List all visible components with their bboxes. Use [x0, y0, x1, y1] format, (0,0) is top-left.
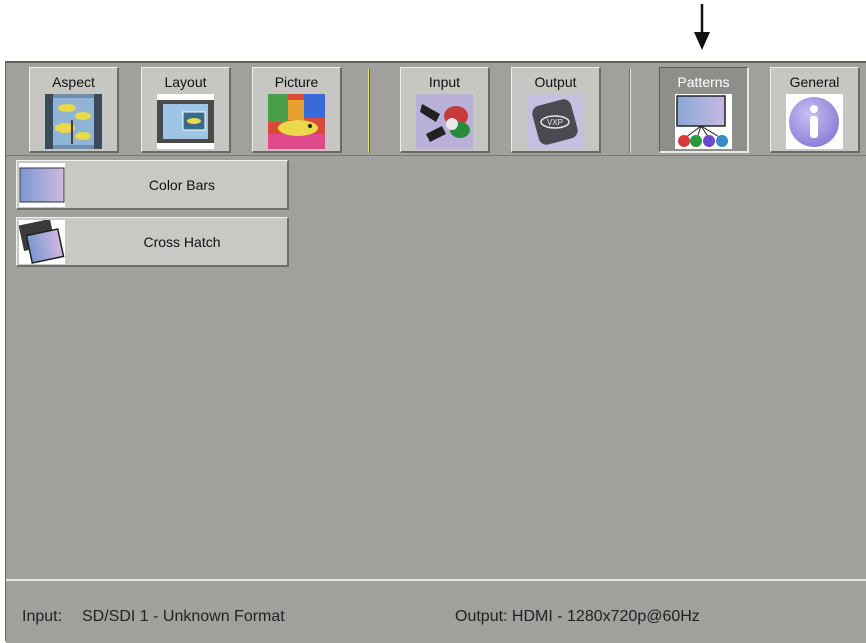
status-output: Output: HDMI - 1280x720p@60Hz [455, 608, 700, 625]
status-input-label: Input: [22, 608, 63, 625]
tab-layout-label: Layout [164, 74, 207, 90]
tab-patterns-label: Patterns [677, 74, 730, 90]
pattern-color-bars-button[interactable]: Color Bars [16, 160, 289, 210]
tab-picture[interactable]: Picture [252, 67, 342, 153]
layout-window-icon [157, 94, 214, 149]
aspect-fish-icon [45, 94, 102, 149]
input-cable-icon [416, 94, 473, 149]
app-window: Aspect Layout Picture Input Output VXP P… [5, 61, 866, 643]
tab-input[interactable]: Input [400, 67, 490, 153]
patterns-icon [675, 94, 732, 149]
pattern-cross-hatch-label: Cross Hatch [143, 234, 221, 250]
tab-output-label: Output [534, 74, 577, 90]
toolbar-separator [368, 69, 370, 153]
output-vxp-icon: VXP [527, 94, 584, 149]
pattern-color-bars-label: Color Bars [148, 177, 216, 193]
tab-general-label: General [789, 74, 840, 90]
pattern-cross-hatch-button[interactable]: Cross Hatch [16, 217, 289, 267]
svg-text:VXP: VXP [547, 118, 563, 127]
color-bars-thumb-icon [19, 163, 65, 207]
cross-hatch-thumb-icon [19, 220, 65, 264]
tab-picture-label: Picture [274, 74, 319, 90]
toolbar-divider [6, 155, 866, 156]
status-bar: Input: SD/SDI 1 - Unknown Format Output:… [6, 581, 866, 643]
info-icon [786, 94, 843, 149]
down-arrow-indicator [694, 4, 710, 50]
tab-aspect[interactable]: Aspect [29, 67, 119, 153]
tab-general[interactable]: General [770, 67, 860, 153]
tab-input-label: Input [428, 74, 461, 90]
picture-fish-icon [268, 94, 325, 149]
tab-patterns[interactable]: Patterns [659, 67, 749, 153]
tab-output[interactable]: Output VXP [511, 67, 601, 153]
tab-aspect-label: Aspect [52, 74, 95, 90]
status-input-value: SD/SDI 1 - Unknown Format [82, 608, 285, 625]
tab-layout[interactable]: Layout [141, 67, 231, 153]
toolbar-separator-2 [629, 69, 631, 153]
toolbar: Aspect Layout Picture Input Output VXP P… [6, 63, 866, 155]
